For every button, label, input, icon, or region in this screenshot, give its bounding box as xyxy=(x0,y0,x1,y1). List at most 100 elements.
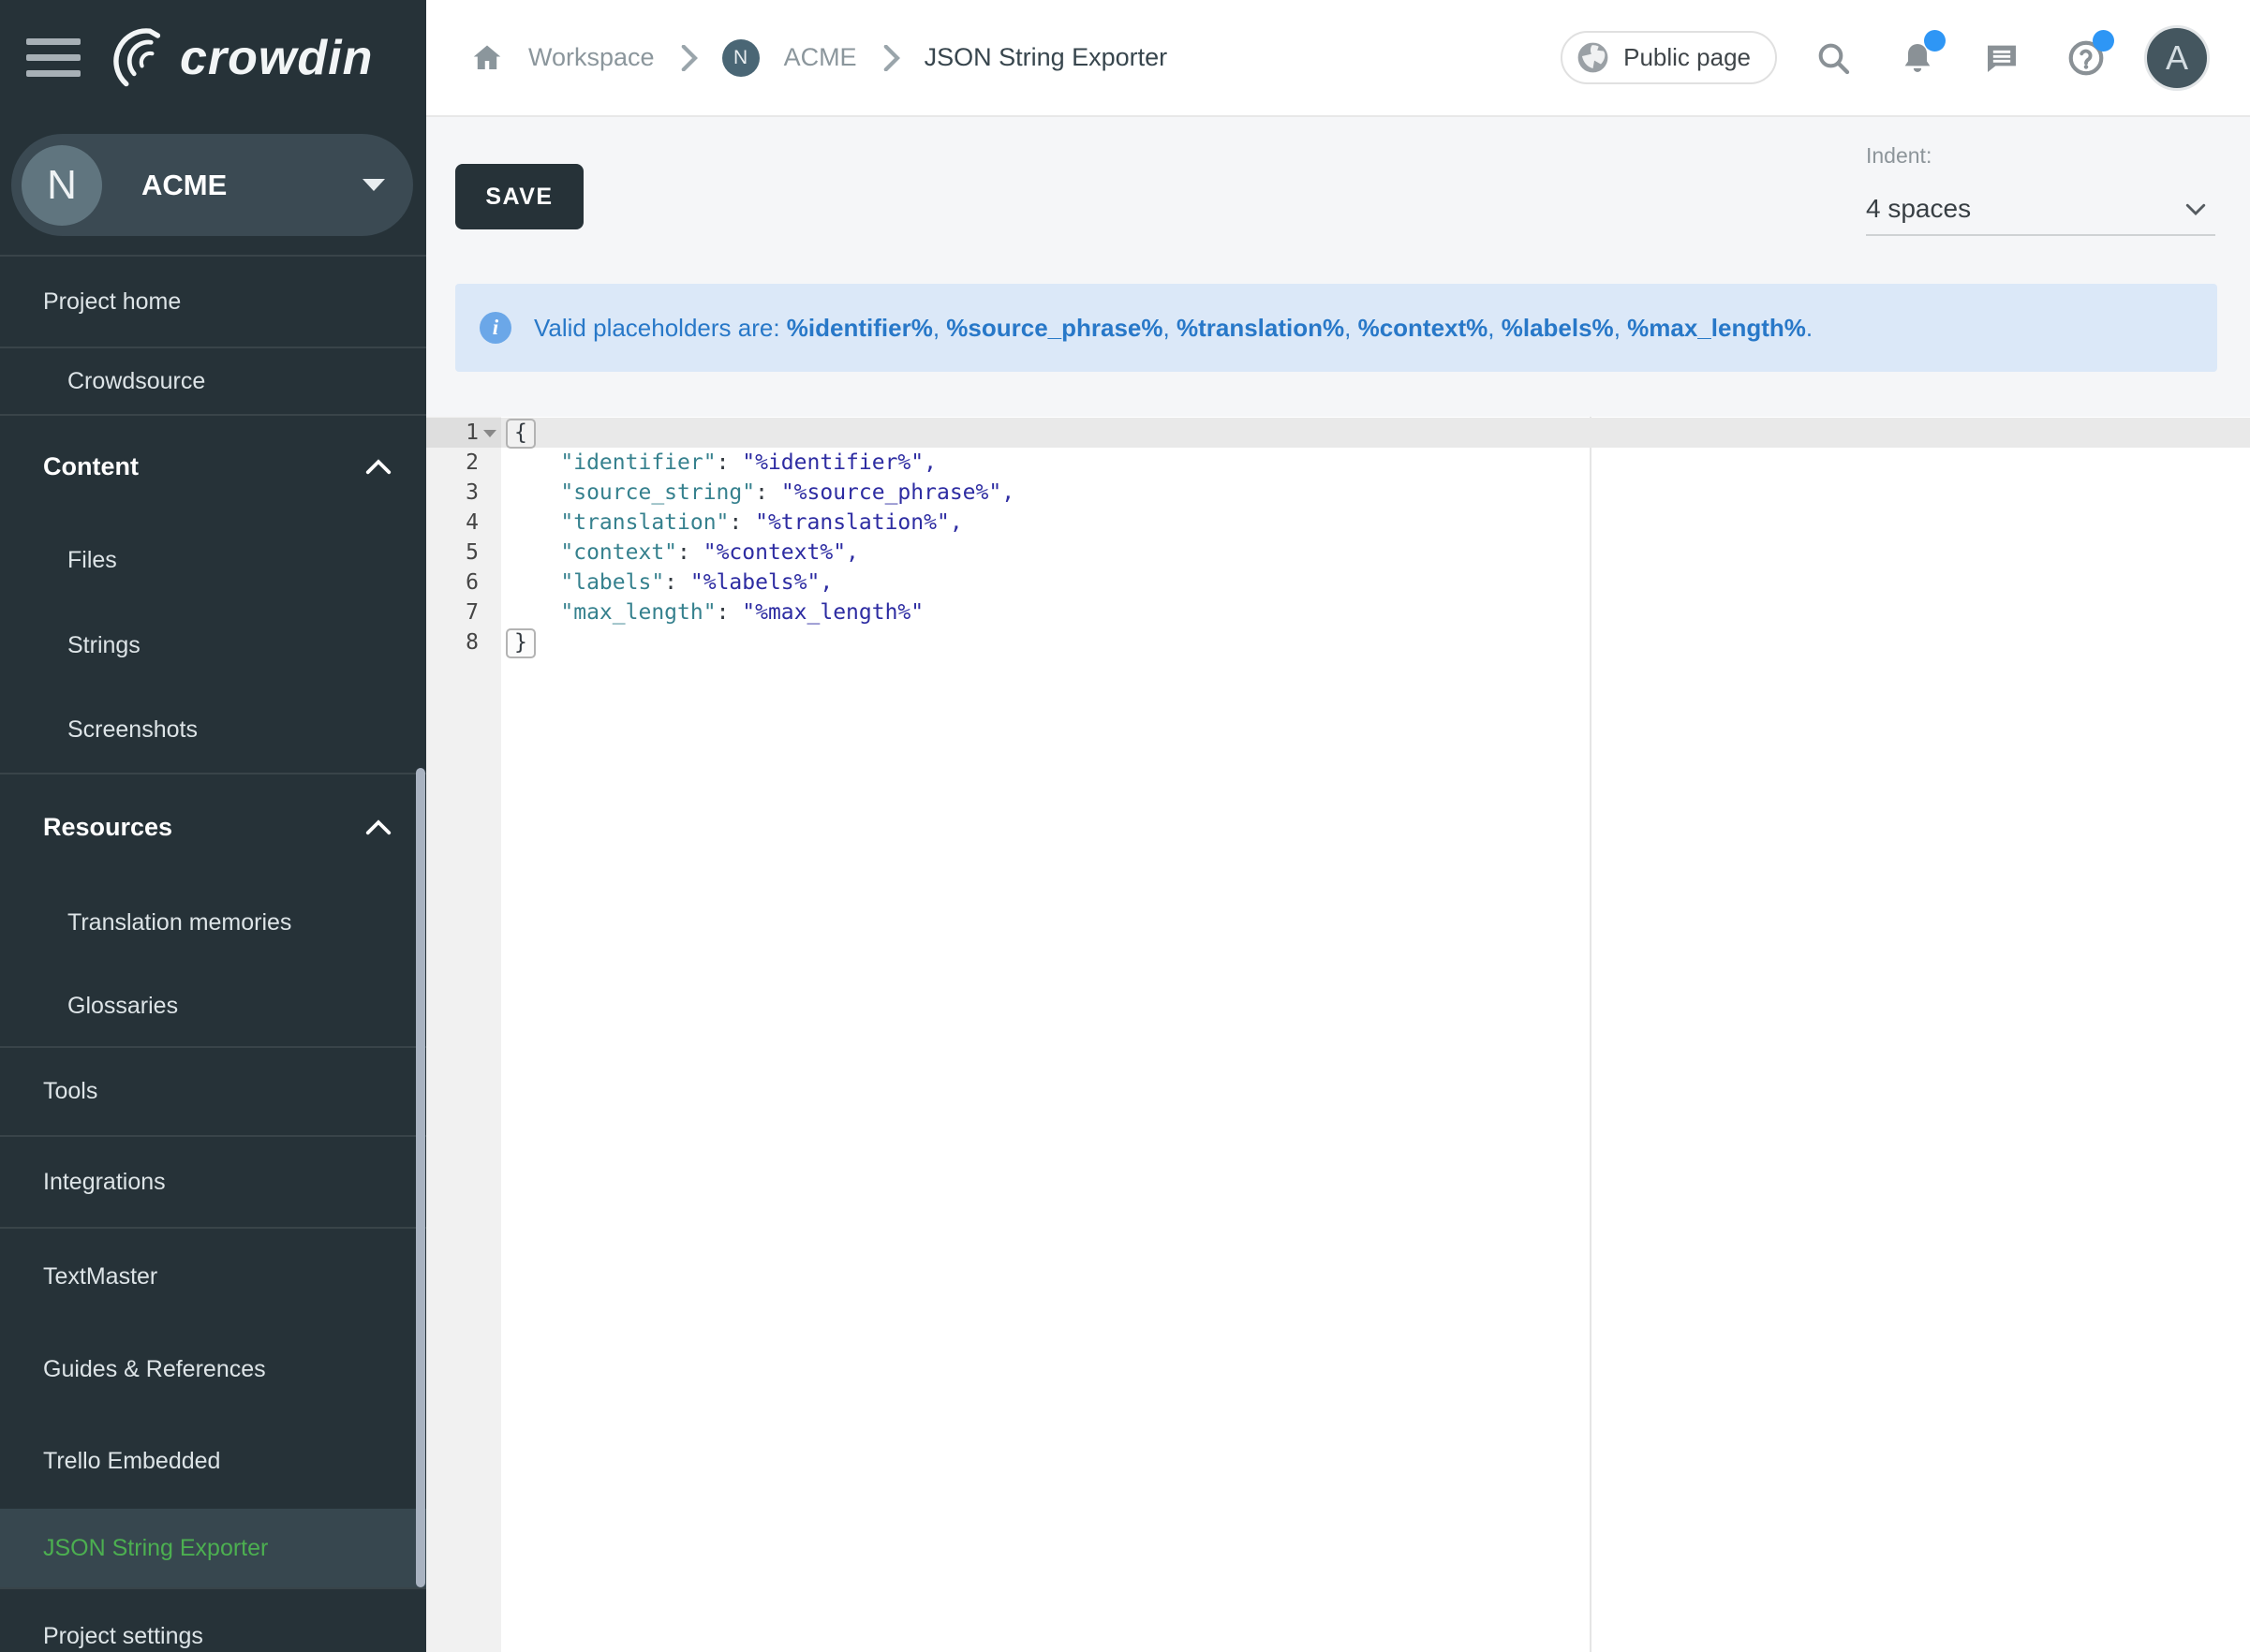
sidebar-top: crowdin xyxy=(0,0,426,115)
help-dot xyxy=(2093,30,2114,52)
crowdin-logo-icon xyxy=(105,24,172,92)
code-line-content: "context": "%context%", xyxy=(501,538,2250,568)
sidebar-item-label: Integrations xyxy=(43,1169,166,1196)
sidebar-item-tools[interactable]: Tools xyxy=(0,1048,426,1135)
crowdin-app: crowdin N ACME Project home CrowdsourceCo… xyxy=(0,0,2250,1652)
code-line-content: "max_length": "%max_length%" xyxy=(501,597,2250,627)
chevron-up-icon xyxy=(364,456,392,477)
info-banner-text: Valid placeholders are: %identifier%, %s… xyxy=(534,314,1813,343)
sidebar-item-content[interactable]: Content xyxy=(0,416,426,517)
token-brace: } xyxy=(506,628,536,658)
code-line-content: "source_string": "%source_phrase%", xyxy=(501,478,2250,508)
editor-line[interactable]: 6 "labels": "%labels%", xyxy=(426,568,2250,597)
public-page-label: Public page xyxy=(1623,43,1751,72)
breadcrumb-workspace[interactable]: Workspace xyxy=(528,43,655,72)
code-line-content: "labels": "%labels%", xyxy=(501,568,2250,597)
messages-button[interactable] xyxy=(1981,37,2022,79)
sidebar-item-project-settings[interactable]: Project settings xyxy=(0,1589,426,1652)
sidebar-item-label: TextMaster xyxy=(43,1263,157,1291)
editor-line[interactable]: 3 "source_string": "%source_phrase%", xyxy=(426,478,2250,508)
token-plain: : xyxy=(729,510,755,535)
sidebar-scrollbar[interactable] xyxy=(416,768,425,1587)
editor-lines: 1{2 "identifier": "%identifier%",3 "sour… xyxy=(426,418,2250,657)
placeholder-token: %translation% xyxy=(1177,314,1344,342)
token-plain: : xyxy=(677,540,703,565)
sidebar-item-integrations[interactable]: Integrations xyxy=(0,1137,426,1227)
notifications-button[interactable] xyxy=(1897,37,1938,79)
line-number: 6 xyxy=(426,568,501,597)
home-icon[interactable] xyxy=(470,41,504,75)
line-number: 3 xyxy=(426,478,501,508)
placeholder-token: %identifier% xyxy=(787,314,933,342)
save-button[interactable]: SAVE xyxy=(455,164,584,229)
indent-value: 4 spaces xyxy=(1866,194,1971,224)
hamburger-menu-icon[interactable] xyxy=(26,38,81,77)
main-content: SAVE Indent: 4 spaces i Valid placeholde… xyxy=(426,117,2250,1652)
code-line-content: "identifier": "%identifier%", xyxy=(501,448,2250,478)
sidebar-item-trello-embedded[interactable]: Trello Embedded xyxy=(0,1414,426,1509)
sidebar: crowdin N ACME Project home CrowdsourceCo… xyxy=(0,0,426,1652)
line-number: 4 xyxy=(426,508,501,538)
token-plain: : xyxy=(717,450,743,475)
sidebar-item-resources[interactable]: Resources xyxy=(0,774,426,879)
sidebar-item-textmaster[interactable]: TextMaster xyxy=(0,1229,426,1324)
token-value: "%max_length%" xyxy=(742,600,924,625)
token-key: "context" xyxy=(560,540,677,565)
editor-line[interactable]: 2 "identifier": "%identifier%", xyxy=(426,448,2250,478)
editor-line[interactable]: 1{ xyxy=(426,418,2250,448)
crowdin-logo[interactable]: crowdin xyxy=(105,24,373,92)
sidebar-item-project-home[interactable]: Project home xyxy=(0,257,426,347)
sidebar-item-label: JSON String Exporter xyxy=(43,1535,268,1562)
indent-select[interactable]: 4 spaces xyxy=(1866,184,2215,236)
project-name: ACME xyxy=(141,169,227,202)
token-plain: : xyxy=(717,600,743,625)
sidebar-item-files[interactable]: Files xyxy=(0,517,426,603)
editor-line[interactable]: 4 "translation": "%translation%", xyxy=(426,508,2250,538)
sidebar-item-glossaries[interactable]: Glossaries xyxy=(0,966,426,1046)
fold-caret-icon[interactable] xyxy=(483,430,496,437)
token-brace: { xyxy=(506,419,536,449)
line-number: 8 xyxy=(426,627,501,657)
token-key: "source_string" xyxy=(560,480,755,505)
token-plain: : xyxy=(755,480,781,505)
sidebar-item-crowdsource[interactable]: Crowdsource xyxy=(0,348,426,414)
chat-icon xyxy=(1983,39,2021,77)
sidebar-item-strings[interactable]: Strings xyxy=(0,603,426,687)
user-avatar[interactable]: A xyxy=(2144,25,2210,91)
sidebar-item-guides-references[interactable]: Guides & References xyxy=(0,1324,426,1414)
help-button[interactable] xyxy=(2065,37,2107,79)
token-plain xyxy=(509,540,560,565)
token-value: "%identifier%", xyxy=(742,450,937,475)
sidebar-item-translation-memories[interactable]: Translation memories xyxy=(0,879,426,966)
sidebar-item-json-string-exporter[interactable]: JSON String Exporter xyxy=(0,1509,426,1587)
public-page-button[interactable]: Public page xyxy=(1561,31,1777,84)
indent-setting: Indent: 4 spaces xyxy=(1866,143,2215,236)
sidebar-item-label: Files xyxy=(67,547,117,574)
info-icon: i xyxy=(480,312,511,344)
info-banner: i Valid placeholders are: %identifier%, … xyxy=(455,284,2217,372)
token-value: "%context%", xyxy=(703,540,859,565)
chevron-right-icon xyxy=(881,45,900,71)
breadcrumb-project-badge[interactable]: N xyxy=(722,39,760,77)
sidebar-item-label: Project home xyxy=(43,288,181,316)
sidebar-item-label: Trello Embedded xyxy=(43,1448,220,1475)
editor-line[interactable]: 7 "max_length": "%max_length%" xyxy=(426,597,2250,627)
placeholder-token: %context% xyxy=(1358,314,1488,342)
code-line-content: { xyxy=(501,418,2250,448)
editor-line[interactable]: 8} xyxy=(426,627,2250,657)
sidebar-item-screenshots[interactable]: Screenshots xyxy=(0,687,426,773)
placeholder-token: %source_phrase% xyxy=(946,314,1162,342)
search-button[interactable] xyxy=(1813,37,1854,79)
topbar-actions: Public page xyxy=(1561,25,2210,91)
project-avatar: N xyxy=(22,145,102,226)
sidebar-item-label: Resources xyxy=(43,813,172,842)
editor-line[interactable]: 5 "context": "%context%", xyxy=(426,538,2250,568)
project-switcher[interactable]: N ACME xyxy=(11,134,413,236)
crowdin-wordmark: crowdin xyxy=(180,30,373,86)
token-plain xyxy=(509,570,560,595)
caret-down-icon xyxy=(363,179,385,191)
chevron-down-icon xyxy=(2182,195,2210,223)
code-editor[interactable]: 1{2 "identifier": "%identifier%",3 "sour… xyxy=(426,417,2250,1652)
sidebar-item-label: Guides & References xyxy=(43,1356,266,1383)
breadcrumb-project[interactable]: ACME xyxy=(784,43,857,72)
